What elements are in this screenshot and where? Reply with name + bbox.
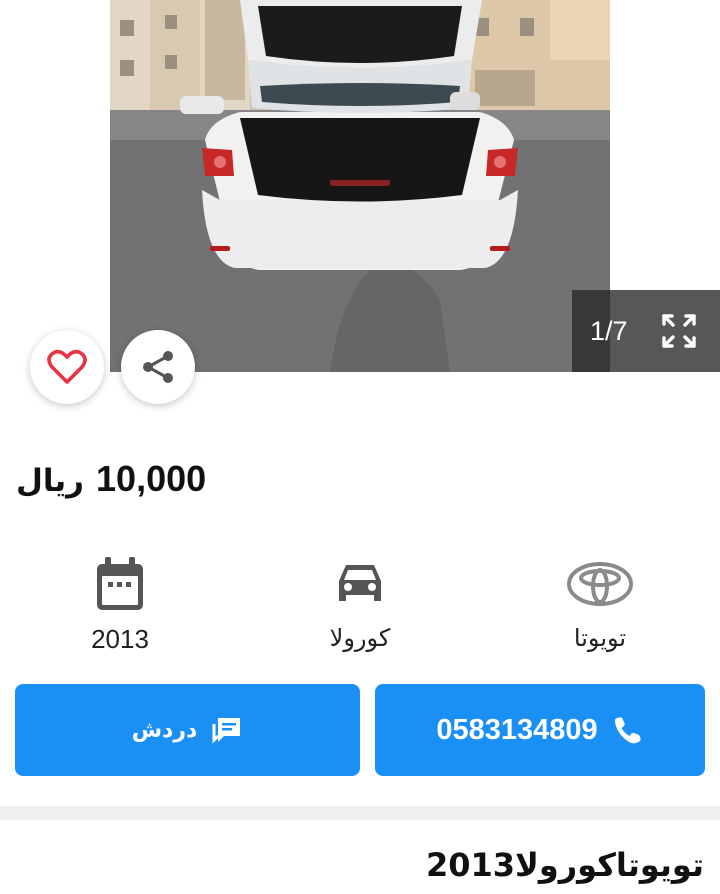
heart-icon: [47, 349, 87, 384]
toyota-logo-icon: [567, 562, 633, 606]
section-divider: [0, 806, 720, 820]
expand-icon[interactable]: [660, 312, 698, 350]
chat-button-label: دردش: [131, 717, 198, 743]
spec-model: كورولا: [260, 552, 460, 652]
chat-button[interactable]: دردش: [15, 684, 360, 776]
chevron-right-icon: [649, 150, 667, 182]
photo-counter: 1/7: [590, 315, 628, 346]
spec-year: 2013: [20, 552, 220, 655]
spec-make-value: تويوتا: [573, 624, 627, 652]
price: ريال 10,000: [16, 458, 206, 514]
car-icon: [339, 565, 381, 601]
favorite-button[interactable]: [30, 330, 104, 404]
listing-title: تويوتاكورولا2013: [425, 846, 704, 884]
photo-counter-bar: 1/7: [572, 290, 720, 372]
previous-photo-button[interactable]: [38, 142, 86, 190]
chevron-left-icon: [53, 150, 71, 182]
chat-icon: [212, 718, 241, 744]
phone-icon: [614, 717, 641, 744]
spec-year-value: 2013: [91, 624, 149, 654]
share-button[interactable]: [121, 330, 195, 404]
spec-make: تويوتا: [500, 552, 700, 652]
price-currency: ريال: [16, 463, 85, 499]
share-icon: [143, 351, 173, 383]
photo-gallery[interactable]: 1/7: [0, 0, 720, 404]
price-value: 10,000: [96, 458, 207, 499]
car-photo[interactable]: [110, 0, 610, 372]
call-button[interactable]: 0583134809: [375, 684, 705, 776]
calendar-icon: [97, 557, 143, 610]
spec-model-value: كورولا: [329, 624, 391, 652]
next-photo-button[interactable]: [634, 142, 682, 190]
phone-number: 0583134809: [436, 713, 598, 746]
